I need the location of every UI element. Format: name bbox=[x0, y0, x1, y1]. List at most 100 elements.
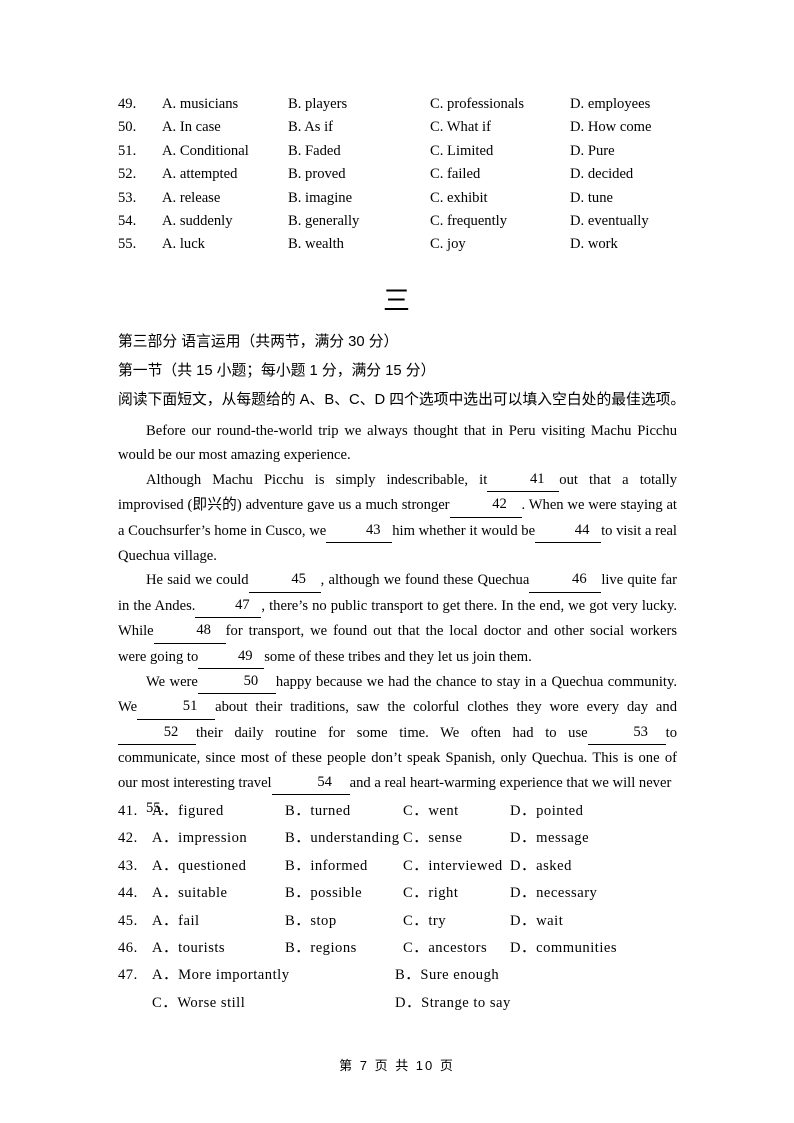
option-row: 45. A．fail B．stop C．try D．wait bbox=[118, 908, 678, 935]
option-choice-a[interactable]: A. release bbox=[162, 187, 220, 210]
paragraph-text: some of these tribes and they let us joi… bbox=[264, 648, 532, 665]
option-choice-c[interactable]: C. joy bbox=[430, 233, 466, 256]
section-heading: 第一节（共 15 小题；每小题 1 分，满分 15 分） bbox=[118, 363, 436, 379]
option-choice-b[interactable]: B. proved bbox=[288, 163, 346, 186]
option-row: 43. A．questioned B．informed C．interviewe… bbox=[118, 853, 678, 880]
option-choice-b[interactable]: B. imagine bbox=[288, 187, 352, 210]
option-choice-d[interactable]: D．wait bbox=[510, 908, 563, 935]
option-choice-a[interactable]: A．More importantly bbox=[152, 962, 290, 989]
option-choice-a[interactable]: A．fail bbox=[152, 908, 200, 935]
option-choice-c[interactable]: C．right bbox=[403, 880, 458, 907]
paragraph-text: him whether it would be bbox=[392, 522, 536, 539]
option-choice-a[interactable]: A．impression bbox=[152, 825, 247, 852]
cloze-blank-41[interactable]: 41 bbox=[487, 467, 560, 493]
option-number: 49. bbox=[118, 96, 137, 112]
option-choice-b[interactable]: B. As if bbox=[288, 116, 333, 139]
option-choice-c[interactable]: C. exhibit bbox=[430, 187, 488, 210]
document-page: 49. A. musicians B. players C. professio… bbox=[0, 0, 794, 1123]
option-choice-b[interactable]: B．regions bbox=[285, 935, 357, 962]
cloze-blank-48[interactable]: 48 bbox=[153, 618, 226, 644]
option-number: 53. bbox=[118, 189, 137, 206]
option-choice-c[interactable]: C. professionals bbox=[430, 93, 524, 116]
cloze-blank-54[interactable]: 54 bbox=[271, 770, 350, 796]
paragraph-text: their daily routine for some time. We of… bbox=[196, 724, 588, 741]
option-choice-a[interactable]: A. In case bbox=[162, 116, 221, 139]
option-row: 54. A. suddenly B. generally C. frequent… bbox=[118, 210, 678, 233]
option-choice-b[interactable]: B．understanding bbox=[285, 825, 400, 852]
option-choice-a[interactable]: A．questioned bbox=[152, 853, 246, 880]
option-choice-a[interactable]: A. musicians bbox=[162, 93, 238, 116]
option-choice-b[interactable]: B. wealth bbox=[288, 233, 344, 256]
cloze-passage: Before our round-the-world trip we alway… bbox=[118, 419, 677, 821]
option-choice-c[interactable]: C．try bbox=[403, 908, 446, 935]
passage-paragraph-3: He said we could 45, although we found th… bbox=[118, 568, 677, 670]
option-choice-d[interactable]: D. decided bbox=[570, 163, 633, 186]
option-choice-d[interactable]: D．message bbox=[510, 825, 589, 852]
option-choice-a[interactable]: A．suitable bbox=[152, 880, 228, 907]
options-block-bottom: 41. A．figured B．turned C．went D．pointed … bbox=[118, 798, 678, 1017]
option-choice-b[interactable]: B．turned bbox=[285, 798, 351, 825]
option-choice-c[interactable]: C. failed bbox=[430, 163, 480, 186]
paragraph-text: about their traditions, saw the colorful… bbox=[215, 699, 677, 716]
option-number: 46. bbox=[118, 939, 138, 956]
option-row: 49. A. musicians B. players C. professio… bbox=[118, 93, 678, 116]
cloze-blank-46[interactable]: 46 bbox=[529, 567, 602, 593]
part-heading: 第三部分 语言运用（共两节，满分 30 分） bbox=[118, 334, 399, 350]
option-choice-c[interactable]: C．went bbox=[403, 798, 459, 825]
option-choice-d[interactable]: D. employees bbox=[570, 93, 650, 116]
option-choice-d[interactable]: D. work bbox=[570, 233, 618, 256]
option-choice-a[interactable]: A. Conditional bbox=[162, 140, 249, 163]
option-number: 41. bbox=[118, 803, 138, 819]
cloze-blank-51[interactable]: 51 bbox=[137, 694, 216, 720]
option-choice-c[interactable]: C．ancestors bbox=[403, 935, 487, 962]
option-choice-b[interactable]: B. players bbox=[288, 93, 347, 116]
cloze-blank-42[interactable]: 42 bbox=[449, 492, 522, 518]
option-choice-c[interactable]: C．Worse still bbox=[152, 990, 245, 1017]
option-choice-d[interactable]: D．asked bbox=[510, 853, 572, 880]
option-choice-d[interactable]: D．communities bbox=[510, 935, 617, 962]
option-choice-b[interactable]: B. Faded bbox=[288, 140, 341, 163]
option-row: 50. A. In case B. As if C. What if D. Ho… bbox=[118, 116, 678, 139]
option-choice-d[interactable]: D. How come bbox=[570, 116, 651, 139]
option-choice-d[interactable]: D．necessary bbox=[510, 880, 597, 907]
option-choice-c[interactable]: C. Limited bbox=[430, 140, 493, 163]
option-choice-c[interactable]: C．interviewed bbox=[403, 853, 503, 880]
option-choice-d[interactable]: D. eventually bbox=[570, 210, 649, 233]
option-choice-b[interactable]: B．stop bbox=[285, 908, 337, 935]
option-choice-d[interactable]: D. tune bbox=[570, 187, 613, 210]
option-choice-c[interactable]: C. What if bbox=[430, 116, 491, 139]
option-choice-a[interactable]: A. suddenly bbox=[162, 210, 233, 233]
option-choice-a[interactable]: A. attempted bbox=[162, 163, 237, 186]
option-row: 51. A. Conditional B. Faded C. Limited D… bbox=[118, 140, 678, 163]
option-choice-b[interactable]: B．possible bbox=[285, 880, 362, 907]
option-choice-a[interactable]: A．figured bbox=[152, 798, 224, 825]
option-row: 55. A. luck B. wealth C. joy D. work bbox=[118, 233, 678, 256]
option-choice-a[interactable]: A．tourists bbox=[152, 935, 225, 962]
option-row: 47. A．More importantly B．Sure enough bbox=[118, 962, 678, 989]
option-number: 50. bbox=[118, 119, 137, 136]
cloze-blank-49[interactable]: 49 bbox=[198, 644, 265, 670]
option-choice-b[interactable]: B. generally bbox=[288, 210, 359, 233]
option-choice-b[interactable]: B．informed bbox=[285, 853, 368, 880]
cloze-blank-50[interactable]: 50 bbox=[197, 669, 276, 695]
cloze-blank-52[interactable]: 52 bbox=[118, 720, 196, 746]
paragraph-text: and a real heart-warming experience that… bbox=[349, 774, 672, 791]
paragraph-text: Before our round-the-world trip we alway… bbox=[118, 423, 677, 464]
option-choice-d[interactable]: D．Strange to say bbox=[395, 990, 511, 1017]
option-choice-d[interactable]: D. Pure bbox=[570, 140, 615, 163]
passage-paragraph-2: Although Machu Picchu is simply indescri… bbox=[118, 468, 677, 569]
option-choice-d[interactable]: D．pointed bbox=[510, 798, 583, 825]
cloze-blank-44[interactable]: 44 bbox=[535, 518, 602, 544]
passage-paragraph-4: We were 50 happy because we had the chance… bbox=[118, 670, 677, 796]
cloze-blank-53[interactable]: 53 bbox=[587, 720, 666, 746]
paragraph-text: He said we could bbox=[146, 572, 249, 589]
cloze-blank-45[interactable]: 45 bbox=[248, 567, 321, 593]
cloze-blank-43[interactable]: 43 bbox=[326, 518, 393, 544]
option-choice-a[interactable]: A. luck bbox=[162, 233, 205, 256]
option-choice-c[interactable]: C. frequently bbox=[430, 210, 507, 233]
cloze-blank-47[interactable]: 47 bbox=[195, 593, 262, 619]
option-row: 42. A．impression B．understanding C．sense… bbox=[118, 825, 678, 852]
option-choice-b[interactable]: B．Sure enough bbox=[395, 962, 499, 989]
option-number: 51. bbox=[118, 142, 137, 159]
option-choice-c[interactable]: C．sense bbox=[403, 825, 462, 852]
